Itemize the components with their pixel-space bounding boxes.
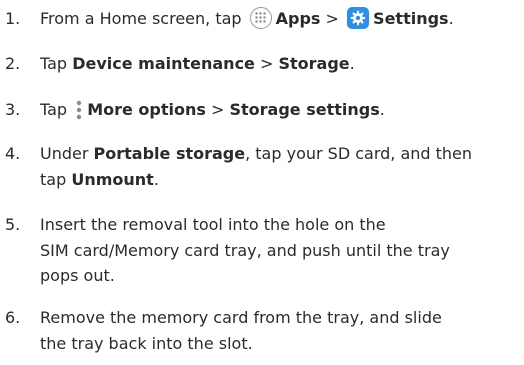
step-text-line: the tray back into the slot.	[40, 333, 253, 353]
apps-grid-icon	[249, 7, 272, 29]
settings-label: Settings	[373, 9, 449, 28]
step-text-line: pops out.	[40, 266, 115, 285]
step-number: 4.	[5, 144, 21, 163]
separator: >	[260, 54, 274, 73]
step-number: 3.	[5, 100, 21, 119]
vertical-dots-icon	[76, 100, 82, 120]
step-text: Tap Device maintenance > Storage.	[40, 51, 524, 77]
device-maintenance-label: Device maintenance	[72, 54, 255, 73]
period: .	[153, 169, 159, 189]
step-text-segment: Tap	[40, 100, 68, 119]
step-text-segment: Under	[40, 144, 89, 163]
storage-settings-label: Storage settings	[229, 100, 380, 119]
storage-label: Storage	[278, 54, 350, 73]
step-text: Insert the removal tool into the hole on…	[40, 212, 524, 289]
step-text-segment: , tap your SD card, and then	[245, 144, 473, 163]
separator: >	[325, 9, 339, 28]
period: .	[448, 9, 454, 28]
more-options-label: More options	[87, 100, 206, 119]
step-text: Tap More options > Storage settings.	[40, 97, 524, 123]
period: .	[379, 100, 385, 119]
step-text: Under Portable storage, tap your SD card…	[40, 141, 524, 192]
gear-icon	[347, 7, 370, 29]
step-text-segment: Tap	[40, 54, 68, 73]
step-text-segment: From a Home screen, tap	[40, 9, 242, 28]
step-text: From a Home screen, tap Apps > Settings.	[40, 6, 524, 32]
portable-storage-label: Portable storage	[93, 144, 246, 163]
step-text: Remove the memory card from the tray, an…	[40, 305, 524, 356]
step-text-line: Insert the removal tool into the hole on…	[40, 215, 386, 234]
step-number: 1.	[5, 9, 21, 28]
separator: >	[211, 100, 225, 119]
apps-label: Apps	[275, 9, 321, 28]
step-number: 2.	[5, 54, 21, 73]
step-text-segment: tap	[40, 169, 67, 189]
unmount-label: Unmount	[71, 169, 154, 189]
period: .	[349, 54, 355, 73]
step-text-line: Remove the memory card from the tray, an…	[40, 308, 442, 327]
step-number: 5.	[5, 215, 21, 234]
step-number: 6.	[5, 308, 21, 327]
step-text-line: SIM card/Memory card tray, and push unti…	[40, 240, 450, 260]
